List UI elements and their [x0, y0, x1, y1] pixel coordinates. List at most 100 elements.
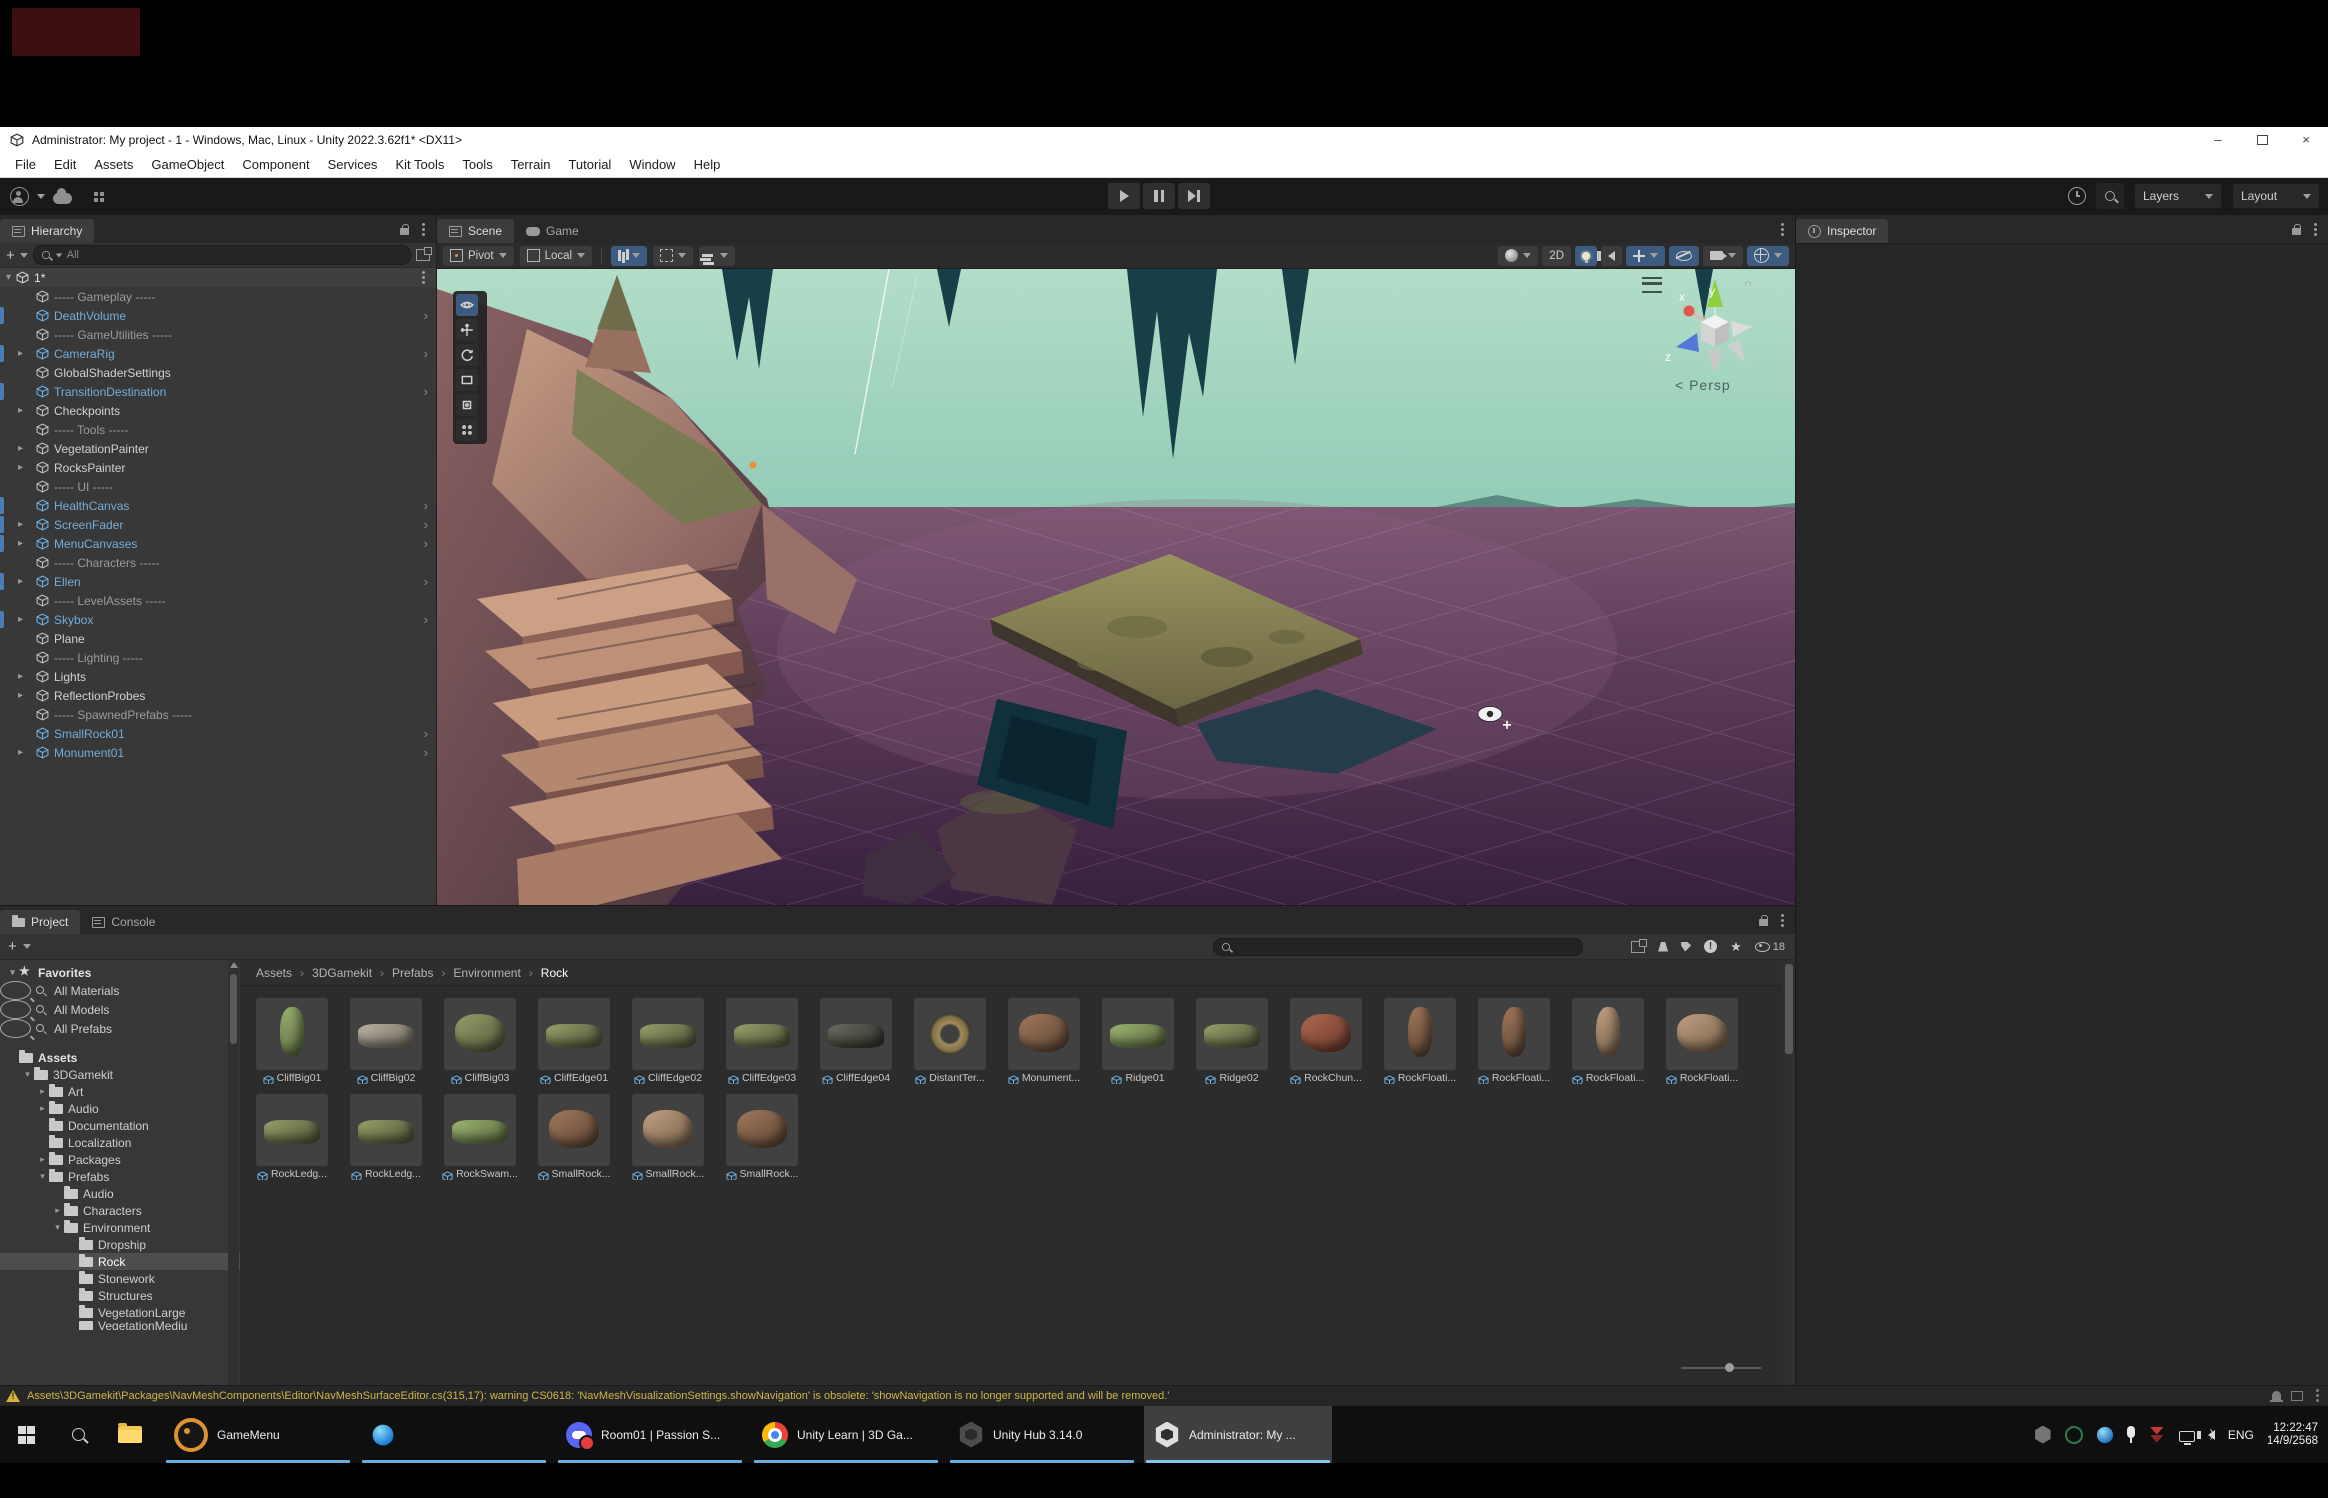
- project-tree-item[interactable]: Favorites: [0, 964, 240, 981]
- expand-arrow[interactable]: [51, 1222, 64, 1233]
- favorites-filter-icon[interactable]: ★: [1730, 939, 1742, 955]
- asset-thumbnail[interactable]: [444, 998, 516, 1070]
- expand-arrow[interactable]: [18, 614, 30, 625]
- minimize-button[interactable]: –: [2196, 127, 2240, 152]
- expand-arrow[interactable]: [18, 671, 30, 682]
- asset-thumbnail[interactable]: [632, 1094, 704, 1166]
- create-gameobject-button[interactable]: +: [6, 248, 15, 263]
- asset-item[interactable]: DistantTer...: [906, 998, 994, 1084]
- notifications-icon[interactable]: [2272, 1391, 2281, 1400]
- status-bar[interactable]: Assets\3DGamekit\Packages\NavMeshCompone…: [0, 1385, 2328, 1405]
- asset-item[interactable]: RockFloati...: [1564, 998, 1652, 1084]
- asset-item[interactable]: RockFloati...: [1376, 998, 1464, 1084]
- asset-thumbnail[interactable]: [914, 998, 986, 1070]
- menu-item[interactable]: Terrain: [502, 152, 560, 177]
- download-tray-icon[interactable]: [2148, 1426, 2166, 1444]
- rect-tool-button[interactable]: [456, 369, 478, 391]
- account-icon[interactable]: [10, 187, 29, 206]
- prefab-children-arrow[interactable]: [424, 347, 428, 360]
- hierarchy-item[interactable]: ----- Characters -----: [0, 553, 436, 572]
- grid-snapping-toggle[interactable]: [611, 246, 647, 266]
- project-tree-item[interactable]: Characters: [0, 1202, 240, 1219]
- expand-arrow[interactable]: [36, 1103, 49, 1114]
- layout-dropdown[interactable]: Layout: [2232, 183, 2320, 209]
- prefab-children-arrow[interactable]: [424, 613, 428, 626]
- project-tree-item[interactable]: Dropship: [0, 1236, 240, 1253]
- asset-item[interactable]: RockFloati...: [1658, 998, 1746, 1084]
- hierarchy-item[interactable]: Checkpoints: [0, 401, 436, 420]
- prefab-children-arrow[interactable]: [424, 518, 428, 531]
- taskbar-app-button[interactable]: [360, 1406, 548, 1463]
- hierarchy-item[interactable]: ----- Gameplay -----: [0, 287, 436, 306]
- asset-thumbnail[interactable]: [726, 998, 798, 1070]
- menu-item[interactable]: Assets: [85, 152, 142, 177]
- menu-item[interactable]: GameObject: [142, 152, 233, 177]
- menu-item[interactable]: Window: [620, 152, 684, 177]
- create-dropdown-caret[interactable]: [23, 944, 31, 949]
- asset-thumbnail[interactable]: [1478, 998, 1550, 1070]
- tree-scrollbar[interactable]: [228, 960, 239, 1385]
- asset-item[interactable]: CliffEdge02: [624, 998, 712, 1084]
- expand-arrow[interactable]: [18, 405, 30, 416]
- expand-arrow[interactable]: [18, 443, 30, 454]
- transform-tool-button[interactable]: [456, 394, 478, 416]
- hierarchy-item[interactable]: ----- Tools -----: [0, 420, 436, 439]
- hidden-packages-icon[interactable]: !: [1704, 940, 1717, 953]
- asset-item[interactable]: RockLedg...: [248, 1094, 336, 1180]
- hierarchy-item[interactable]: TransitionDestination: [0, 382, 436, 401]
- constrain-proportions-toggle[interactable]: [699, 246, 735, 266]
- expand-arrow[interactable]: [18, 462, 30, 473]
- thumbnail-size-slider[interactable]: [1681, 1363, 1761, 1373]
- asset-item[interactable]: Ridge02: [1188, 998, 1276, 1084]
- increment-snap-toggle[interactable]: [653, 246, 693, 266]
- expand-arrow[interactable]: [36, 1171, 49, 1182]
- project-tree-item[interactable]: Environment: [0, 1219, 240, 1236]
- taskbar-app-button[interactable]: Room01 | Passion S...: [556, 1406, 744, 1463]
- tab-hierarchy[interactable]: Hierarchy: [0, 219, 94, 243]
- tab-scene[interactable]: Scene: [437, 219, 514, 243]
- project-tree-item[interactable]: Prefabs: [0, 1168, 240, 1185]
- cloud-services-icon[interactable]: [53, 193, 72, 204]
- file-explorer-button[interactable]: [104, 1406, 156, 1463]
- prefab-children-arrow[interactable]: [424, 727, 428, 740]
- asset-item[interactable]: CliffEdge03: [718, 998, 806, 1084]
- expand-arrow[interactable]: [18, 747, 30, 758]
- project-tree-item[interactable]: Packages: [0, 1151, 240, 1168]
- hierarchy-item[interactable]: HealthCanvas: [0, 496, 436, 515]
- filter-by-type-icon[interactable]: [1658, 942, 1668, 952]
- menu-item[interactable]: Component: [233, 152, 318, 177]
- hierarchy-item[interactable]: CameraRig: [0, 344, 436, 363]
- local-global-toggle[interactable]: Local: [520, 246, 593, 266]
- close-button[interactable]: ×: [2284, 127, 2328, 152]
- asset-thumbnail[interactable]: [1572, 998, 1644, 1070]
- search-options-icon[interactable]: [416, 249, 430, 261]
- taskbar-app-button[interactable]: Administrator: My ...: [1144, 1406, 1332, 1463]
- project-tree-item[interactable]: Stonework: [0, 1270, 240, 1287]
- expand-arrow[interactable]: [6, 967, 19, 978]
- undo-history-icon[interactable]: [2068, 187, 2086, 205]
- gizmos-dropdown[interactable]: [1747, 246, 1789, 266]
- filter-by-label-icon[interactable]: [1681, 942, 1691, 952]
- account-dropdown-caret[interactable]: [37, 194, 45, 199]
- asset-thumbnail[interactable]: [538, 1094, 610, 1166]
- language-indicator[interactable]: ENG: [2228, 1428, 2254, 1442]
- menu-item[interactable]: Tutorial: [559, 152, 620, 177]
- microphone-tray-icon[interactable]: [2127, 1426, 2135, 1444]
- hierarchy-item[interactable]: ----- GameUtilities -----: [0, 325, 436, 344]
- prefab-children-arrow[interactable]: [424, 537, 428, 550]
- project-search-input[interactable]: [1213, 938, 1583, 956]
- search-filter-caret[interactable]: [56, 253, 62, 257]
- scene-menu-icon[interactable]: [422, 276, 425, 279]
- network-icon[interactable]: [2179, 1431, 2195, 1442]
- move-tool-button[interactable]: [456, 319, 478, 341]
- asset-thumbnail[interactable]: [632, 998, 704, 1070]
- tab-inspector[interactable]: Inspector: [1796, 219, 1888, 243]
- hierarchy-item[interactable]: Skybox: [0, 610, 436, 629]
- expand-arrow[interactable]: [36, 1154, 49, 1165]
- asset-thumbnail[interactable]: [1102, 998, 1174, 1070]
- tab-game[interactable]: Game: [514, 219, 591, 243]
- prefab-children-arrow[interactable]: [424, 385, 428, 398]
- project-tree-item[interactable]: VegetationMediu: [0, 1321, 240, 1330]
- tab-console[interactable]: Console: [80, 910, 167, 934]
- hierarchy-item[interactable]: ScreenFader: [0, 515, 436, 534]
